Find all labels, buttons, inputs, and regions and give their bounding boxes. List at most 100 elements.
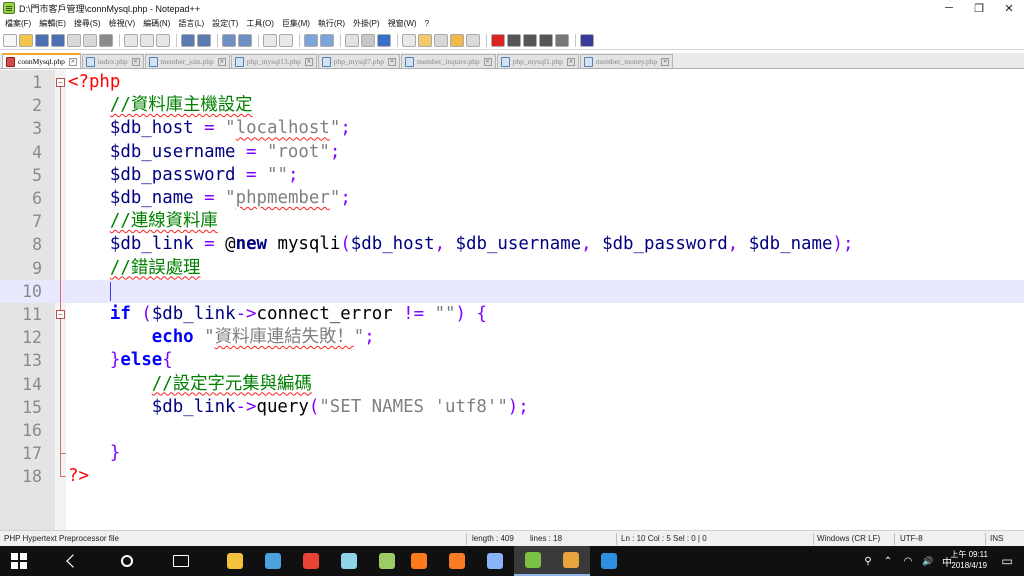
close-tab-icon[interactable]: × — [131, 57, 140, 66]
search-taskbar-button[interactable] — [108, 546, 146, 576]
wifi-icon[interactable]: ◠ — [900, 546, 916, 576]
task-view-taskbar-button[interactable] — [162, 546, 200, 576]
stop-macro-icon[interactable] — [507, 33, 521, 47]
save-macro-icon[interactable] — [555, 33, 569, 47]
menu-item[interactable]: 編輯(E) — [39, 18, 66, 29]
menu-item[interactable]: 搜尋(S) — [74, 18, 101, 29]
menu-item[interactable]: 工具(O) — [246, 18, 274, 29]
notification-icon[interactable]: ▭ — [996, 546, 1018, 576]
virtualbox-taskbar-button[interactable] — [476, 546, 514, 576]
monitor-icon[interactable] — [466, 33, 480, 47]
spell-check-icon[interactable] — [580, 33, 594, 47]
start-taskbar-button[interactable] — [0, 546, 38, 576]
app-taskbar-button[interactable] — [330, 546, 368, 576]
word-wrap-icon[interactable] — [345, 33, 359, 47]
code-text: $db_host = "localhost"; — [68, 117, 351, 140]
menu-item[interactable]: 檢視(V) — [109, 18, 136, 29]
fold-toggle-icon[interactable]: − — [56, 78, 65, 87]
clock-date: 2018/4/19 — [951, 561, 987, 570]
tab-php_mysql1-php[interactable]: php_mysql1.php × — [496, 54, 579, 68]
copy-icon[interactable] — [140, 33, 154, 47]
volume-icon[interactable]: 🔊 — [920, 546, 936, 576]
close-tab-icon[interactable]: × — [566, 57, 575, 66]
status-file-type: PHP Hypertext Preprocessor file — [4, 534, 120, 543]
find-icon[interactable] — [222, 33, 236, 47]
app-icon — [341, 553, 357, 569]
line-number: 18 — [22, 467, 42, 487]
folder-workspace-icon[interactable] — [450, 33, 464, 47]
status-eol[interactable]: Windows (CR LF) — [817, 534, 880, 543]
status-divider — [813, 533, 814, 545]
code-token: $db_name — [109, 188, 194, 208]
minimize-button[interactable]: ─ — [934, 0, 964, 16]
new-file-icon[interactable] — [3, 33, 17, 47]
chrome-taskbar-button[interactable] — [552, 546, 590, 576]
undo-icon[interactable] — [181, 33, 195, 47]
menu-item[interactable]: 執行(R) — [318, 18, 345, 29]
google-taskbar-button[interactable] — [292, 546, 330, 576]
tab-member_money-php[interactable]: member_money.php × — [579, 54, 674, 68]
open-file-icon[interactable] — [19, 33, 33, 47]
save-icon[interactable] — [35, 33, 49, 47]
menu-item[interactable]: 語言(L) — [178, 18, 204, 29]
file-icon — [234, 56, 244, 67]
function-list-icon[interactable] — [434, 33, 448, 47]
paste-icon[interactable] — [156, 33, 170, 47]
edge-taskbar-button[interactable] — [590, 546, 628, 576]
print-icon[interactable] — [99, 33, 113, 47]
zoom-out-icon[interactable] — [279, 33, 293, 47]
close-icon[interactable] — [67, 33, 81, 47]
close-tab-icon[interactable]: × — [217, 57, 226, 66]
close-all-icon[interactable] — [83, 33, 97, 47]
tab-member_join-php[interactable]: member_join.php × — [144, 54, 230, 68]
run-macro-multiple-icon[interactable] — [539, 33, 553, 47]
file-explorer-taskbar-button[interactable] — [216, 546, 254, 576]
replace-icon[interactable] — [238, 33, 252, 47]
code-editor[interactable]: 1 <?php 2 //資料庫主機設定 3 $db_host = "localhost… — [0, 70, 1024, 530]
media-player-taskbar-button[interactable] — [254, 546, 292, 576]
back-taskbar-button[interactable] — [54, 546, 92, 576]
status-encoding[interactable]: UTF-8 — [900, 534, 923, 543]
firefox-taskbar-button[interactable] — [400, 546, 438, 576]
notepadpp-taskbar-button[interactable] — [514, 546, 552, 576]
tab-php_mysql13-php[interactable]: php_mysql13.php × — [230, 54, 317, 68]
close-tab-icon[interactable]: × — [661, 57, 670, 66]
tab-index-php[interactable]: index.php × — [81, 54, 144, 68]
menu-item[interactable]: 外掛(P) — [353, 18, 380, 29]
menu-item[interactable]: 視窗(W) — [388, 18, 417, 29]
people-icon[interactable]: ⚲ — [860, 546, 876, 576]
close-tab-icon[interactable]: × — [68, 57, 77, 66]
indent-guide-icon[interactable] — [377, 33, 391, 47]
save-all-icon[interactable] — [51, 33, 65, 47]
menu-item[interactable]: 檔案(F) — [5, 18, 31, 29]
maximize-button[interactable]: ❐ — [964, 0, 994, 16]
xampp-taskbar-button[interactable] — [438, 546, 476, 576]
document-map-icon[interactable] — [418, 33, 432, 47]
tray-arrow-icon[interactable]: ⌃ — [880, 546, 896, 576]
tab-php_mysql7-php[interactable]: php_mysql7.php × — [317, 54, 400, 68]
menu-item[interactable]: ? — [425, 19, 429, 28]
sync-vertical-icon[interactable] — [304, 33, 318, 47]
sync-horizontal-icon[interactable] — [320, 33, 334, 47]
show-all-chars-icon[interactable] — [361, 33, 375, 47]
redo-icon[interactable] — [197, 33, 211, 47]
close-tab-icon[interactable]: × — [387, 57, 396, 66]
code-line: 8 $db_link = @new mysqli($db_host, $db_u… — [0, 233, 1024, 256]
cut-icon[interactable] — [124, 33, 138, 47]
fold-toggle-icon[interactable]: − — [56, 310, 65, 319]
close-window-button[interactable]: ✕ — [994, 0, 1024, 16]
menu-item[interactable]: 編碼(N) — [143, 18, 170, 29]
record-macro-icon[interactable] — [491, 33, 505, 47]
close-tab-icon[interactable]: × — [304, 57, 313, 66]
close-tab-icon[interactable]: × — [483, 57, 492, 66]
user-language-icon[interactable] — [402, 33, 416, 47]
menu-item[interactable]: 設定(T) — [212, 18, 238, 29]
clock[interactable]: 上午 09:11 2018/4/19 — [950, 549, 988, 571]
zoom-in-icon[interactable] — [263, 33, 277, 47]
menu-item[interactable]: 巨集(M) — [282, 18, 310, 29]
playback-macro-icon[interactable] — [523, 33, 537, 47]
tab-member_inquire-php[interactable]: member_inquire.php × — [400, 54, 496, 68]
tab-connmysql-php[interactable]: connMysql.php × — [2, 53, 81, 68]
